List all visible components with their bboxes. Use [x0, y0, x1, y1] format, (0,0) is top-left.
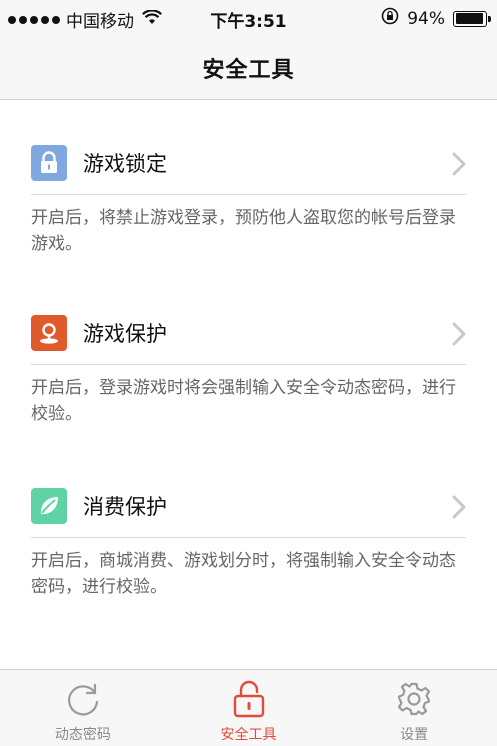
chevron-right-icon: [452, 495, 466, 523]
tab-bar: 动态密码 安全工具 设置: [0, 669, 497, 746]
tab-settings[interactable]: 设置: [331, 670, 497, 746]
chevron-right-icon: [452, 152, 466, 180]
status-right: 94%: [381, 7, 491, 30]
tool-label: 游戏锁定: [83, 152, 167, 176]
lock-icon: [31, 145, 67, 181]
unlock-icon: [229, 679, 269, 719]
tool-label: 消费保护: [83, 495, 167, 519]
tool-row-spend-protect[interactable]: 消费保护: [31, 475, 466, 538]
status-bar: 中国移动 下午3:51 94%: [0, 0, 497, 36]
battery-percent: 94%: [407, 8, 445, 29]
tool-row-game-protect[interactable]: 游戏保护: [31, 302, 466, 365]
tool-section-game-lock: 游戏锁定 开启后，将禁止游戏登录，预防他人盗取您的帐号后登录游戏。: [0, 132, 497, 257]
tool-label: 游戏保护: [83, 322, 167, 346]
tool-description: 开启后，登录游戏时将会强制输入安全令动态密码，进行校验。: [31, 378, 456, 424]
tool-section-game-protect: 游戏保护 开启后，登录游戏时将会强制输入安全令动态密码，进行校验。: [0, 302, 497, 427]
battery-icon: [453, 10, 491, 27]
refresh-icon: [63, 679, 103, 719]
tool-row-game-lock[interactable]: 游戏锁定: [31, 132, 466, 195]
tab-label: 安全工具: [220, 727, 277, 743]
page-title: 安全工具: [202, 57, 295, 83]
rotation-lock-icon: [381, 7, 399, 30]
chevron-right-icon: [452, 322, 466, 350]
gear-icon: [394, 679, 434, 719]
tool-description: 开启后，将禁止游戏登录，预防他人盗取您的帐号后登录游戏。: [31, 208, 456, 254]
tool-section-spend-protect: 消费保护 开启后，商城消费、游戏划分时，将强制输入安全令动态密码，进行校验。: [0, 475, 497, 600]
tab-security-tools[interactable]: 安全工具: [166, 670, 332, 746]
protect-pin-icon: [31, 315, 67, 351]
leaf-icon: [31, 488, 67, 524]
tool-description: 开启后，商城消费、游戏划分时，将强制输入安全令动态密码，进行校验。: [31, 551, 456, 597]
tab-dynamic-password[interactable]: 动态密码: [0, 670, 166, 746]
nav-bar: 安全工具: [0, 36, 497, 100]
battery-fill: [455, 13, 483, 24]
tab-label: 动态密码: [54, 727, 111, 743]
tab-label: 设置: [400, 727, 429, 743]
